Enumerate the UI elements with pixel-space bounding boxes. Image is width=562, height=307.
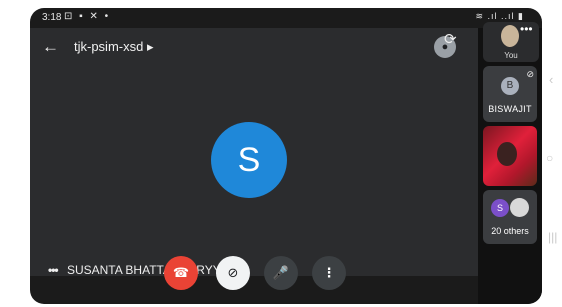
others-count-label: 20 others (491, 226, 529, 236)
participant-video-tile[interactable] (483, 126, 537, 186)
status-bar: 3:18 ⊡ ▪ ✕ • ≋ .ıl ..ıl ▮ (30, 8, 542, 28)
more-options-icon[interactable]: ••• (520, 22, 533, 36)
participant-tile-biswajit[interactable]: ⊘ B BISWAJIT (483, 66, 537, 122)
camera-off-button[interactable]: ⊘ (216, 256, 250, 290)
nav-home-icon[interactable]: ○ (546, 151, 553, 165)
participant-avatar: B (501, 77, 519, 95)
status-time: 3:18 (42, 12, 62, 23)
nav-recents-icon[interactable]: ||| (548, 230, 557, 244)
self-tile[interactable]: ••• You (483, 22, 539, 62)
notification-icons: ⊡ ▪ ✕ • (64, 11, 111, 22)
others-tile[interactable]: S 20 others (483, 190, 537, 244)
others-avatar-s: S (491, 199, 509, 217)
more-options-button[interactable]: ⋮ (312, 256, 346, 290)
meeting-code[interactable]: tjk-psim-xsd ▸ (74, 39, 153, 55)
more-dots-icon[interactable]: ••• (48, 263, 59, 277)
others-avatar-photo (510, 198, 529, 217)
switch-camera-icon[interactable]: ⟳ (444, 30, 457, 48)
microphone-button[interactable]: 🎤 (264, 256, 298, 290)
end-call-button[interactable]: ☎ (164, 256, 198, 290)
participant-name: BISWAJIT (488, 104, 532, 114)
mic-off-icon: ⊘ (526, 69, 534, 79)
self-label: You (504, 51, 518, 60)
signal-battery-icons: ≋ .ıl ..ıl ▮ (475, 11, 524, 21)
main-video-stage[interactable]: ← tjk-psim-xsd ▸ ● S (30, 28, 478, 276)
top-bar: ← tjk-psim-xsd ▸ ● (42, 36, 472, 60)
self-photo (501, 25, 519, 47)
nav-back-icon[interactable]: ‹ (549, 72, 553, 87)
participant-video-feed (497, 142, 517, 166)
main-speaker-avatar: S (211, 122, 287, 198)
back-arrow-icon[interactable]: ← (42, 36, 59, 58)
